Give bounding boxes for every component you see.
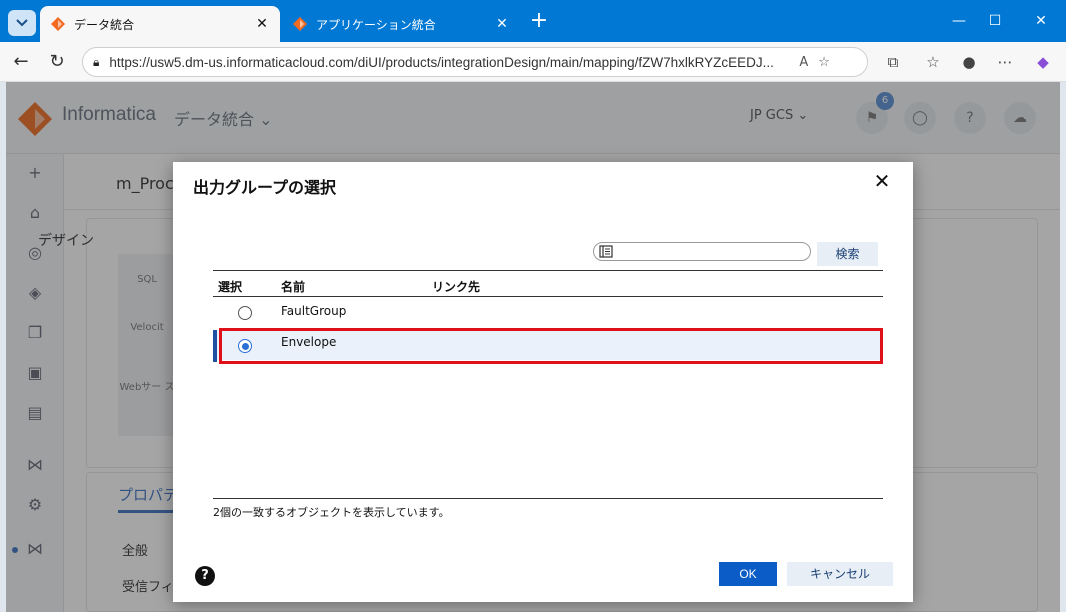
favorite-star-icon[interactable]: ☆ <box>818 55 830 70</box>
tab-title: アプリケーション統合 <box>316 17 436 32</box>
search-button[interactable]: 検索 <box>817 242 878 266</box>
copilot-icon[interactable]: ◆ <box>1030 50 1056 74</box>
tab-title: データ統合 <box>74 17 135 32</box>
row-radio-faultgroup[interactable] <box>238 306 252 320</box>
selected-row-marker <box>213 330 217 362</box>
list-icon <box>599 245 613 258</box>
more-menu-icon[interactable]: ⋯ <box>992 50 1018 74</box>
profile-avatar-icon[interactable]: ● <box>956 50 982 74</box>
minimize-icon[interactable]: — <box>944 8 974 34</box>
back-icon[interactable]: ← <box>8 50 34 74</box>
chevron-down-icon <box>16 19 28 27</box>
row-name: FaultGroup <box>281 304 347 318</box>
extensions-icon[interactable]: ⧉ <box>880 50 906 74</box>
select-output-group-dialog: 出力グループの選択 ✕ 検索 選択 名前 リンク先 FaultGroup Env… <box>173 162 913 602</box>
browser-tab-bar: データ統合 ✕ アプリケーション統合 ✕ + — ☐ ✕ <box>0 0 1066 42</box>
read-aloud-icon[interactable]: A <box>799 55 808 70</box>
annotation-highlight-box <box>219 328 883 364</box>
search-field[interactable] <box>593 242 811 261</box>
informatica-logo-icon <box>293 17 307 31</box>
cancel-button[interactable]: キャンセル <box>787 562 893 586</box>
address-bar: ← ↻ 🔒︎ https://usw5.dm-us.informaticaclo… <box>0 42 1066 82</box>
result-count-text: 2個の一致するオブジェクトを表示しています。 <box>213 506 450 519</box>
grid-bottom-border <box>213 498 883 499</box>
close-icon[interactable]: ✕ <box>871 170 893 192</box>
grid-header-border <box>213 296 883 297</box>
help-icon[interactable]: ? <box>195 566 215 586</box>
column-header-select: 選択 <box>218 280 243 294</box>
url-field[interactable]: 🔒︎ https://usw5.dm-us.informaticacloud.c… <box>82 47 868 77</box>
favorites-icon[interactable]: ☆ <box>920 50 946 74</box>
close-icon[interactable]: ✕ <box>254 16 270 32</box>
tab-application-integration[interactable]: アプリケーション統合 ✕ <box>282 6 520 42</box>
close-icon[interactable]: ✕ <box>494 16 510 32</box>
new-tab-button[interactable]: + <box>527 10 551 34</box>
column-header-name[interactable]: 名前 <box>281 278 305 295</box>
url-text: https://usw5.dm-us.informaticacloud.com/… <box>109 54 774 70</box>
lock-icon: 🔒︎ <box>93 54 100 69</box>
window-close-icon[interactable]: ✕ <box>1026 8 1056 34</box>
maximize-icon[interactable]: ☐ <box>980 8 1010 34</box>
search-input[interactable] <box>616 244 806 259</box>
informatica-logo-icon <box>51 17 65 31</box>
tab-data-integration[interactable]: データ統合 ✕ <box>40 6 280 42</box>
grid-top-border <box>213 270 883 271</box>
column-header-link-to[interactable]: リンク先 <box>432 278 480 295</box>
ok-button[interactable]: OK <box>719 562 777 586</box>
dialog-title: 出力グループの選択 <box>193 178 337 197</box>
tab-actions-menu-button[interactable] <box>8 10 36 36</box>
refresh-icon[interactable]: ↻ <box>44 50 70 74</box>
table-row[interactable]: FaultGroup <box>213 298 883 328</box>
